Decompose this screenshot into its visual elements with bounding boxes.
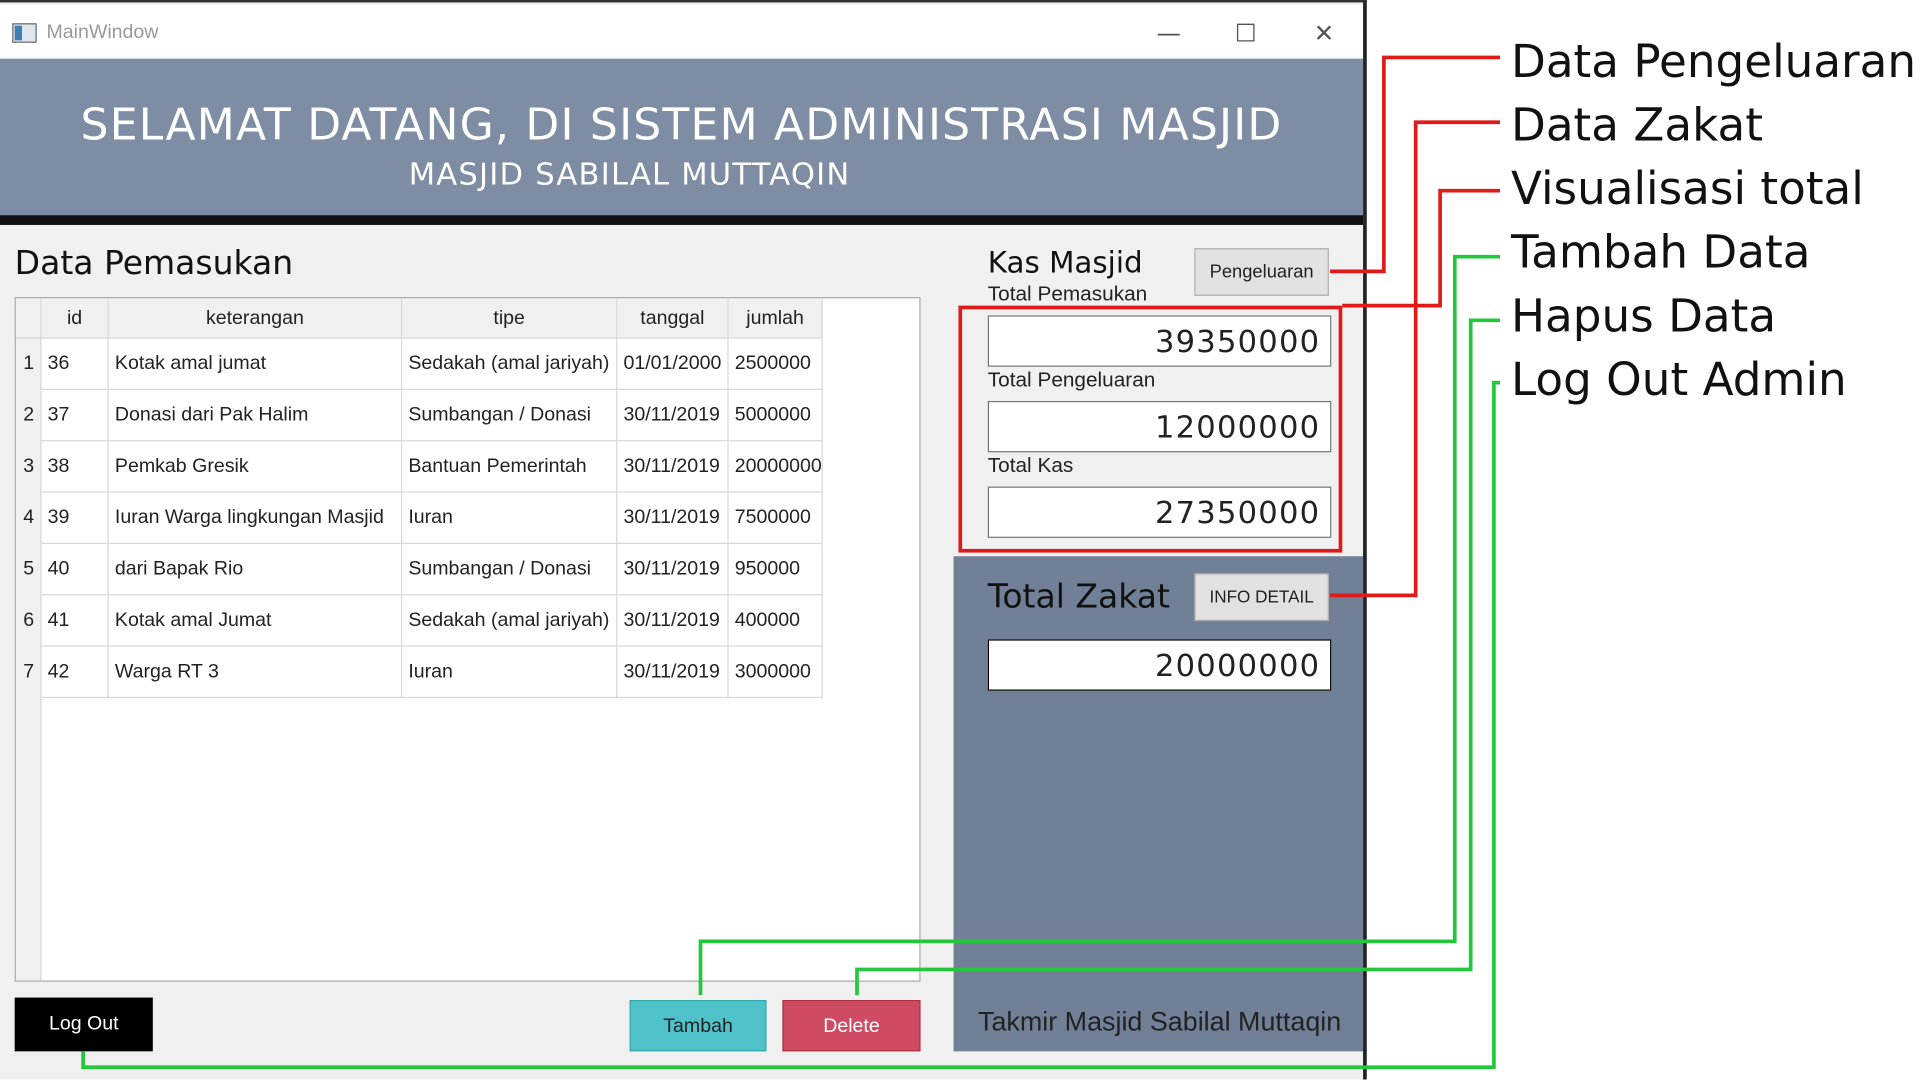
callout-line-hapus xyxy=(855,318,1501,996)
annotation-data-pengeluaran: Data Pengeluaran xyxy=(1511,35,1917,89)
callout-line-zakat xyxy=(1330,120,1501,598)
annotation-tambah-data: Tambah Data xyxy=(1511,226,1811,279)
annotation-data-zakat: Data Zakat xyxy=(1511,99,1763,152)
annotation-log-out-admin: Log Out Admin xyxy=(1511,353,1847,406)
callout-line-logout xyxy=(81,380,1501,1070)
annotation-hapus-data: Hapus Data xyxy=(1511,289,1777,343)
callout-line-visualisasi xyxy=(1342,188,1501,308)
callout-line-tambah xyxy=(698,254,1501,996)
annotation-visualisasi-total: Visualisasi total xyxy=(1511,162,1864,216)
